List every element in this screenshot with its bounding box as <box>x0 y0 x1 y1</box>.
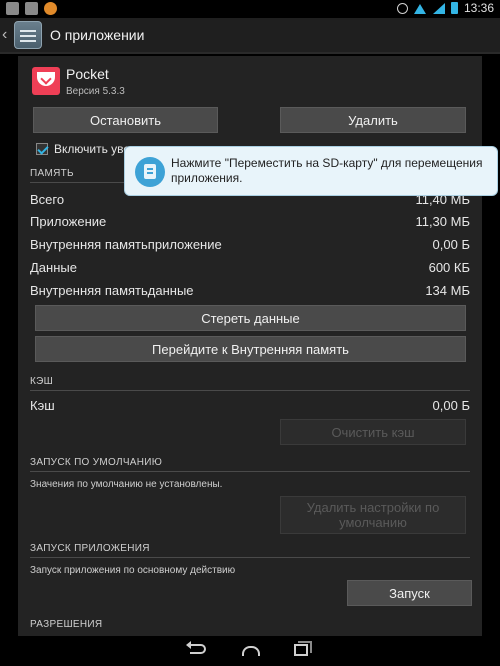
move-to-internal-button[interactable]: Перейдите к Внутренняя память <box>35 336 466 362</box>
storage-header: ПАМЯТЬ <box>30 168 74 179</box>
permissions-header: РАЗРЕШЕНИЯ <box>30 619 103 630</box>
app-name: Pocket <box>66 66 109 82</box>
clear-data-button[interactable]: Стереть данные <box>35 305 466 331</box>
pocket-icon <box>32 67 60 95</box>
app-header: Pocket Версия 5.3.3 <box>32 64 125 97</box>
defaults-header: ЗАПУСК ПО УМОЛЧАНИЮ <box>30 457 163 468</box>
signal-icon <box>432 2 445 14</box>
storage-value: 0,00 Б <box>432 237 470 252</box>
back-icon[interactable] <box>186 641 206 654</box>
storage-row-data: Данные 600 КБ <box>30 260 470 275</box>
storage-row-internal-app: Внутренняя памятьприложение 0,00 Б <box>30 237 470 252</box>
up-chevron-icon[interactable]: ‹ <box>2 26 12 44</box>
storage-label: Данные <box>30 260 77 275</box>
clear-cache-button[interactable]: Очистить кэш <box>280 419 466 445</box>
app-notification-icon <box>44 2 57 15</box>
status-time: 13:36 <box>463 1 494 15</box>
storage-value: 134 МБ <box>425 283 470 298</box>
storage-row-app: Приложение 11,30 МБ <box>30 214 470 229</box>
storage-label: Приложение <box>30 214 107 229</box>
status-bar: 13:36 <box>0 0 500 18</box>
tooltip-text: Нажмите "Переместить на SD-карту" для пе… <box>171 156 483 185</box>
home-icon[interactable] <box>242 646 260 656</box>
app-info-panel: Pocket Версия 5.3.3 Остановить Удалить В… <box>18 56 482 636</box>
section-divider <box>30 390 470 391</box>
page-title: О приложении <box>50 27 145 43</box>
launch-text: Запуск приложения по основному действию <box>30 565 236 576</box>
cache-header: КЭШ <box>30 376 54 387</box>
wifi-icon <box>413 3 427 14</box>
notifications-checkbox[interactable] <box>36 143 48 155</box>
notifications-label: Включить уве <box>54 142 131 156</box>
alarm-clock-icon <box>396 2 408 14</box>
stop-button[interactable]: Остановить <box>33 107 218 133</box>
image-icon <box>25 2 38 15</box>
storage-row-internal-data: Внутренняя памятьданные 134 МБ <box>30 283 470 298</box>
action-bar: ‹ О приложении <box>0 18 500 54</box>
clear-defaults-button[interactable]: Удалить настройки по умолчанию <box>280 496 466 534</box>
section-divider <box>30 557 470 558</box>
uninstall-button[interactable]: Удалить <box>280 107 466 133</box>
notification-icon <box>6 2 19 15</box>
cache-value: 0,00 Б <box>432 398 470 413</box>
app-settings-icon[interactable] <box>14 21 42 49</box>
battery-icon <box>450 2 458 14</box>
storage-label: Внутренняя памятьданные <box>30 283 194 298</box>
recent-apps-icon[interactable] <box>294 641 312 656</box>
notifications-toggle[interactable]: Включить уве <box>36 142 130 156</box>
navigation-bar <box>0 636 500 666</box>
storage-label: Внутренняя памятьприложение <box>30 237 222 252</box>
app-version: Версия 5.3.3 <box>66 86 125 97</box>
section-divider <box>30 471 470 472</box>
cache-label: Кэш <box>30 398 55 413</box>
storage-label: Всего <box>30 192 65 207</box>
app-info-screen: Pocket Версия 5.3.3 Остановить Удалить В… <box>0 56 500 636</box>
storage-value: 600 КБ <box>428 260 470 275</box>
defaults-text: Значения по умолчанию не установлены. <box>30 479 223 490</box>
move-to-sd-tooltip[interactable]: Нажмите "Переместить на SD-карту" для пе… <box>124 146 498 196</box>
sd-card-icon <box>135 157 165 187</box>
launch-button[interactable]: Запуск <box>347 580 472 606</box>
cache-row: Кэш 0,00 Б <box>30 398 470 413</box>
storage-value: 11,30 МБ <box>415 214 470 229</box>
launch-header: ЗАПУСК ПРИЛОЖЕНИЯ <box>30 543 150 554</box>
